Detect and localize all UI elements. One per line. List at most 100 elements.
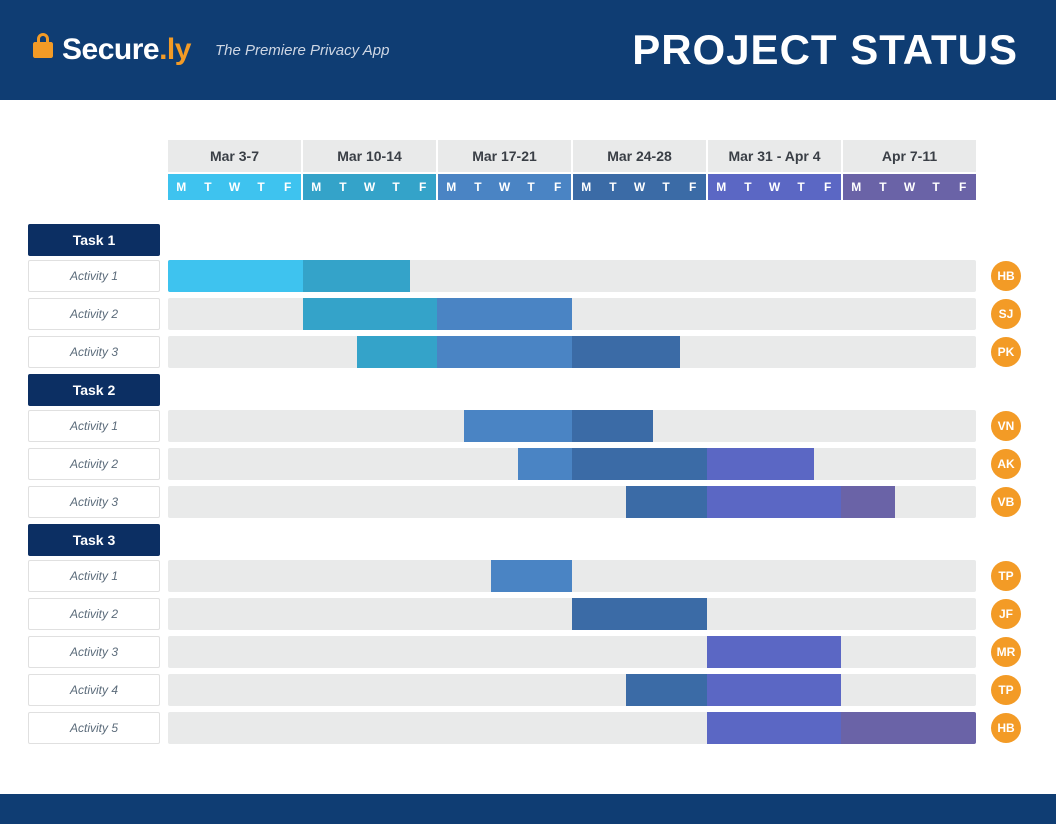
gantt-bar	[518, 448, 572, 480]
activity-label: Activity 5	[28, 712, 160, 744]
day-label: W	[221, 174, 248, 200]
assignee-cell: AK	[984, 448, 1028, 480]
gantt-bar	[707, 448, 815, 480]
week-days: MTWTF	[303, 174, 436, 200]
app-header: Secure.ly The Premiere Privacy App PROJE…	[0, 0, 1056, 100]
assignee-badge: AK	[991, 449, 1021, 479]
assignee-badge: HB	[991, 713, 1021, 743]
day-label: M	[168, 174, 195, 200]
activity-label: Activity 4	[28, 674, 160, 706]
assignee-badge: VN	[991, 411, 1021, 441]
day-label: T	[330, 174, 357, 200]
gantt-bar	[168, 260, 303, 292]
assignee-badge: TP	[991, 675, 1021, 705]
week-label: Mar 17-21	[438, 140, 571, 172]
week-label: Mar 3-7	[168, 140, 301, 172]
gantt-bar	[464, 410, 572, 442]
brand-tagline: The Premiere Privacy App	[215, 42, 390, 59]
spacer	[168, 224, 1028, 256]
week-days: MTWTF	[168, 174, 301, 200]
brand-suffix: .ly	[159, 33, 191, 66]
activity-track	[168, 448, 976, 480]
day-label: T	[870, 174, 897, 200]
day-label: T	[518, 174, 545, 200]
assignee-cell: HB	[984, 712, 1028, 744]
task-header: Task 1	[28, 224, 160, 256]
day-label: T	[195, 174, 222, 200]
spacer	[168, 524, 1028, 556]
gantt-bar	[303, 260, 411, 292]
spacer	[168, 374, 1028, 406]
activity-track	[168, 410, 976, 442]
activity-label: Activity 2	[28, 448, 160, 480]
page-title: PROJECT STATUS	[632, 26, 1018, 74]
day-label: M	[573, 174, 600, 200]
assignee-cell: VB	[984, 486, 1028, 518]
activity-track	[168, 712, 976, 744]
gantt-bar	[572, 598, 707, 630]
assignee-cell: TP	[984, 674, 1028, 706]
day-label: W	[491, 174, 518, 200]
activity-track	[168, 636, 976, 668]
days-header: MTWTFMTWTFMTWTFMTWTFMTWTFMTWTF	[168, 174, 976, 200]
week-label: Mar 24-28	[573, 140, 706, 172]
brand: Secure.ly The Premiere Privacy App	[32, 33, 389, 67]
assignee-cell: HB	[984, 260, 1028, 292]
activity-label: Activity 2	[28, 598, 160, 630]
brand-main: Secure	[62, 33, 159, 66]
day-label: M	[438, 174, 465, 200]
gantt-bar	[707, 486, 842, 518]
day-label: T	[788, 174, 815, 200]
assignee-cell: TP	[984, 560, 1028, 592]
task-header: Task 2	[28, 374, 160, 406]
day-label: T	[600, 174, 627, 200]
day-label: F	[544, 174, 571, 200]
activity-track	[168, 674, 976, 706]
assignee-cell: PK	[984, 336, 1028, 368]
day-label: T	[248, 174, 275, 200]
day-label: M	[708, 174, 735, 200]
gantt-bar	[491, 560, 572, 592]
day-label: F	[814, 174, 841, 200]
week-days: MTWTF	[843, 174, 976, 200]
gantt-bar	[357, 336, 438, 368]
activity-track	[168, 598, 976, 630]
gantt-bar	[572, 448, 707, 480]
day-label: F	[679, 174, 706, 200]
day-label: W	[896, 174, 923, 200]
footer-bar	[0, 794, 1056, 824]
activity-label: Activity 1	[28, 260, 160, 292]
weeks-header: Mar 3-7Mar 10-14Mar 17-21Mar 24-28Mar 31…	[168, 140, 976, 172]
assignee-cell: VN	[984, 410, 1028, 442]
activity-label: Activity 1	[28, 410, 160, 442]
activity-label: Activity 3	[28, 486, 160, 518]
week-days: MTWTF	[708, 174, 841, 200]
week-label: Apr 7-11	[843, 140, 976, 172]
gantt-bar	[626, 674, 707, 706]
assignee-badge: PK	[991, 337, 1021, 367]
day-label: M	[843, 174, 870, 200]
week-label: Mar 10-14	[303, 140, 436, 172]
gantt-bar	[841, 712, 976, 744]
week-days: MTWTF	[573, 174, 706, 200]
spacer	[28, 174, 160, 224]
lock-icon	[32, 33, 54, 67]
assignee-cell: SJ	[984, 298, 1028, 330]
activity-label: Activity 2	[28, 298, 160, 330]
day-label: T	[653, 174, 680, 200]
gantt-bar	[626, 486, 707, 518]
gantt-bar	[707, 636, 842, 668]
assignee-badge: SJ	[991, 299, 1021, 329]
gantt-bar	[303, 298, 438, 330]
week-days: MTWTF	[438, 174, 571, 200]
activity-track	[168, 486, 976, 518]
gantt-bar	[841, 486, 895, 518]
assignee-badge: TP	[991, 561, 1021, 591]
spacer	[28, 140, 160, 174]
day-label: F	[409, 174, 436, 200]
activity-track	[168, 560, 976, 592]
assignee-cell: MR	[984, 636, 1028, 668]
day-label: T	[465, 174, 492, 200]
week-label: Mar 31 - Apr 4	[708, 140, 841, 172]
day-label: T	[923, 174, 950, 200]
